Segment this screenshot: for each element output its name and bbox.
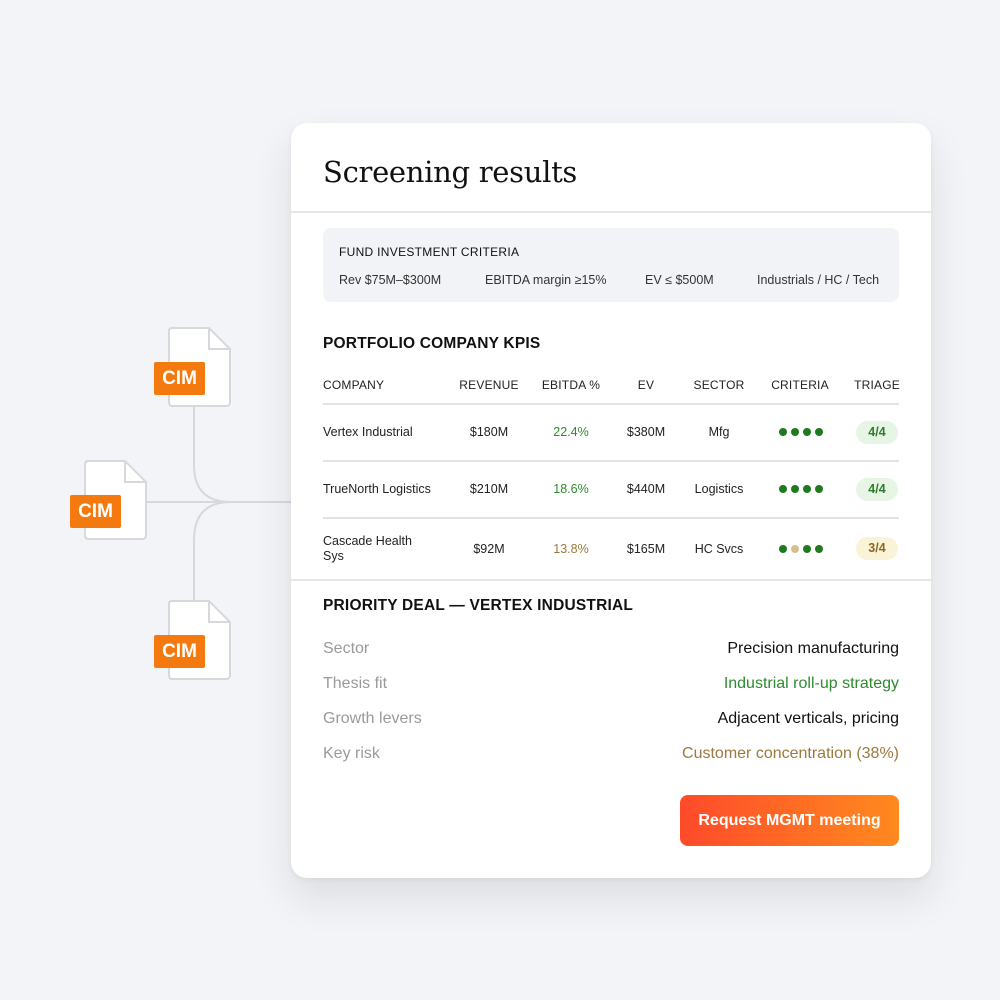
triage-badge: 3/4	[856, 537, 898, 560]
column-header-company: COMPANY	[323, 378, 385, 392]
column-header-ev: EV	[637, 378, 655, 392]
cim-badge: CIM	[154, 362, 205, 395]
screening-results-card: Screening results FUND INVESTMENT CRITER…	[291, 123, 931, 878]
criteria-met-dot	[791, 428, 799, 436]
triage-badge: 4/4	[856, 478, 898, 501]
card-title: Screening results	[323, 155, 578, 189]
table-divider	[323, 517, 899, 519]
field-label-growth-levers: Growth levers	[323, 710, 422, 727]
field-value-thesis-fit: Industrial roll-up strategy	[723, 675, 899, 692]
cim-document[interactable]: CIM	[154, 327, 231, 407]
ebitda-value: 22.4%	[553, 425, 589, 439]
request-mgmt-meeting-button[interactable]: Request MGMT meeting	[680, 795, 899, 846]
ev-value: $165M	[626, 542, 666, 556]
criteria-item: EBITDA margin ≥15%	[485, 273, 607, 287]
column-header-ebitda: EBITDA %	[541, 378, 601, 392]
field-label-sector: Sector	[323, 640, 370, 657]
criteria-met-dot	[779, 545, 787, 553]
criteria-title: FUND INVESTMENT CRITERIA	[339, 245, 520, 259]
cim-document[interactable]: CIM	[154, 600, 231, 680]
cim-badge: CIM	[154, 635, 205, 668]
criteria-met-dot	[803, 428, 811, 436]
criteria-met-dot	[803, 485, 811, 493]
criteria-partial-dot	[791, 545, 799, 553]
ev-value: $440M	[626, 482, 666, 496]
criteria-item: EV ≤ $500M	[645, 273, 714, 287]
field-value-key-risk: Customer concentration (38%)	[682, 745, 899, 762]
criteria-dots	[779, 485, 823, 493]
revenue-value: $210M	[469, 482, 509, 496]
cim-badge: CIM	[70, 495, 121, 528]
column-header-revenue: REVENUE	[459, 378, 519, 392]
criteria-dots	[779, 545, 823, 553]
priority-deal-title: PRIORITY DEAL — VERTEX INDUSTRIAL	[323, 597, 634, 614]
criteria-met-dot	[815, 428, 823, 436]
ebitda-value: 18.6%	[553, 482, 589, 496]
field-value-growth-levers: Adjacent verticals, pricing	[717, 710, 899, 727]
revenue-value: $180M	[469, 425, 509, 439]
column-header-sector: SECTOR	[693, 378, 745, 392]
criteria-item: Industrials / HC / Tech	[757, 273, 880, 287]
cim-document[interactable]: CIM	[70, 460, 147, 540]
criteria-met-dot	[815, 485, 823, 493]
ev-value: $380M	[626, 425, 666, 439]
sector-value: Logistics	[694, 482, 744, 496]
criteria-met-dot	[779, 428, 787, 436]
criteria-met-dot	[779, 485, 787, 493]
sector-value: Mfg	[708, 425, 730, 439]
field-value-sector: Precision manufacturing	[727, 640, 899, 657]
revenue-value: $92M	[473, 542, 505, 556]
company-name: Vertex Industrial	[323, 425, 413, 439]
field-label-thesis-fit: Thesis fit	[323, 675, 388, 692]
criteria-met-dot	[815, 545, 823, 553]
ebitda-value: 13.8%	[553, 542, 589, 556]
column-header-criteria: CRITERIA	[771, 378, 829, 392]
field-label-key-risk: Key risk	[323, 745, 380, 762]
company-name: TrueNorth Logistics	[323, 482, 431, 496]
criteria-item: Rev $75M–$300M	[339, 273, 442, 287]
triage-badge: 4/4	[856, 421, 898, 444]
criteria-met-dot	[803, 545, 811, 553]
table-divider	[323, 403, 899, 405]
fund-criteria-box: FUND INVESTMENT CRITERIA Rev $75M–$300M …	[323, 228, 899, 302]
criteria-met-dot	[791, 485, 799, 493]
kpis-section-title: PORTFOLIO COMPANY KPIS	[323, 335, 541, 352]
sector-value: HC Svcs	[694, 542, 744, 556]
criteria-dots	[779, 428, 823, 436]
divider	[291, 211, 931, 213]
divider	[291, 579, 931, 581]
company-name: Cascade Health Sys	[323, 534, 412, 563]
column-header-triage: TRIAGE	[854, 378, 900, 392]
table-divider	[323, 460, 899, 462]
